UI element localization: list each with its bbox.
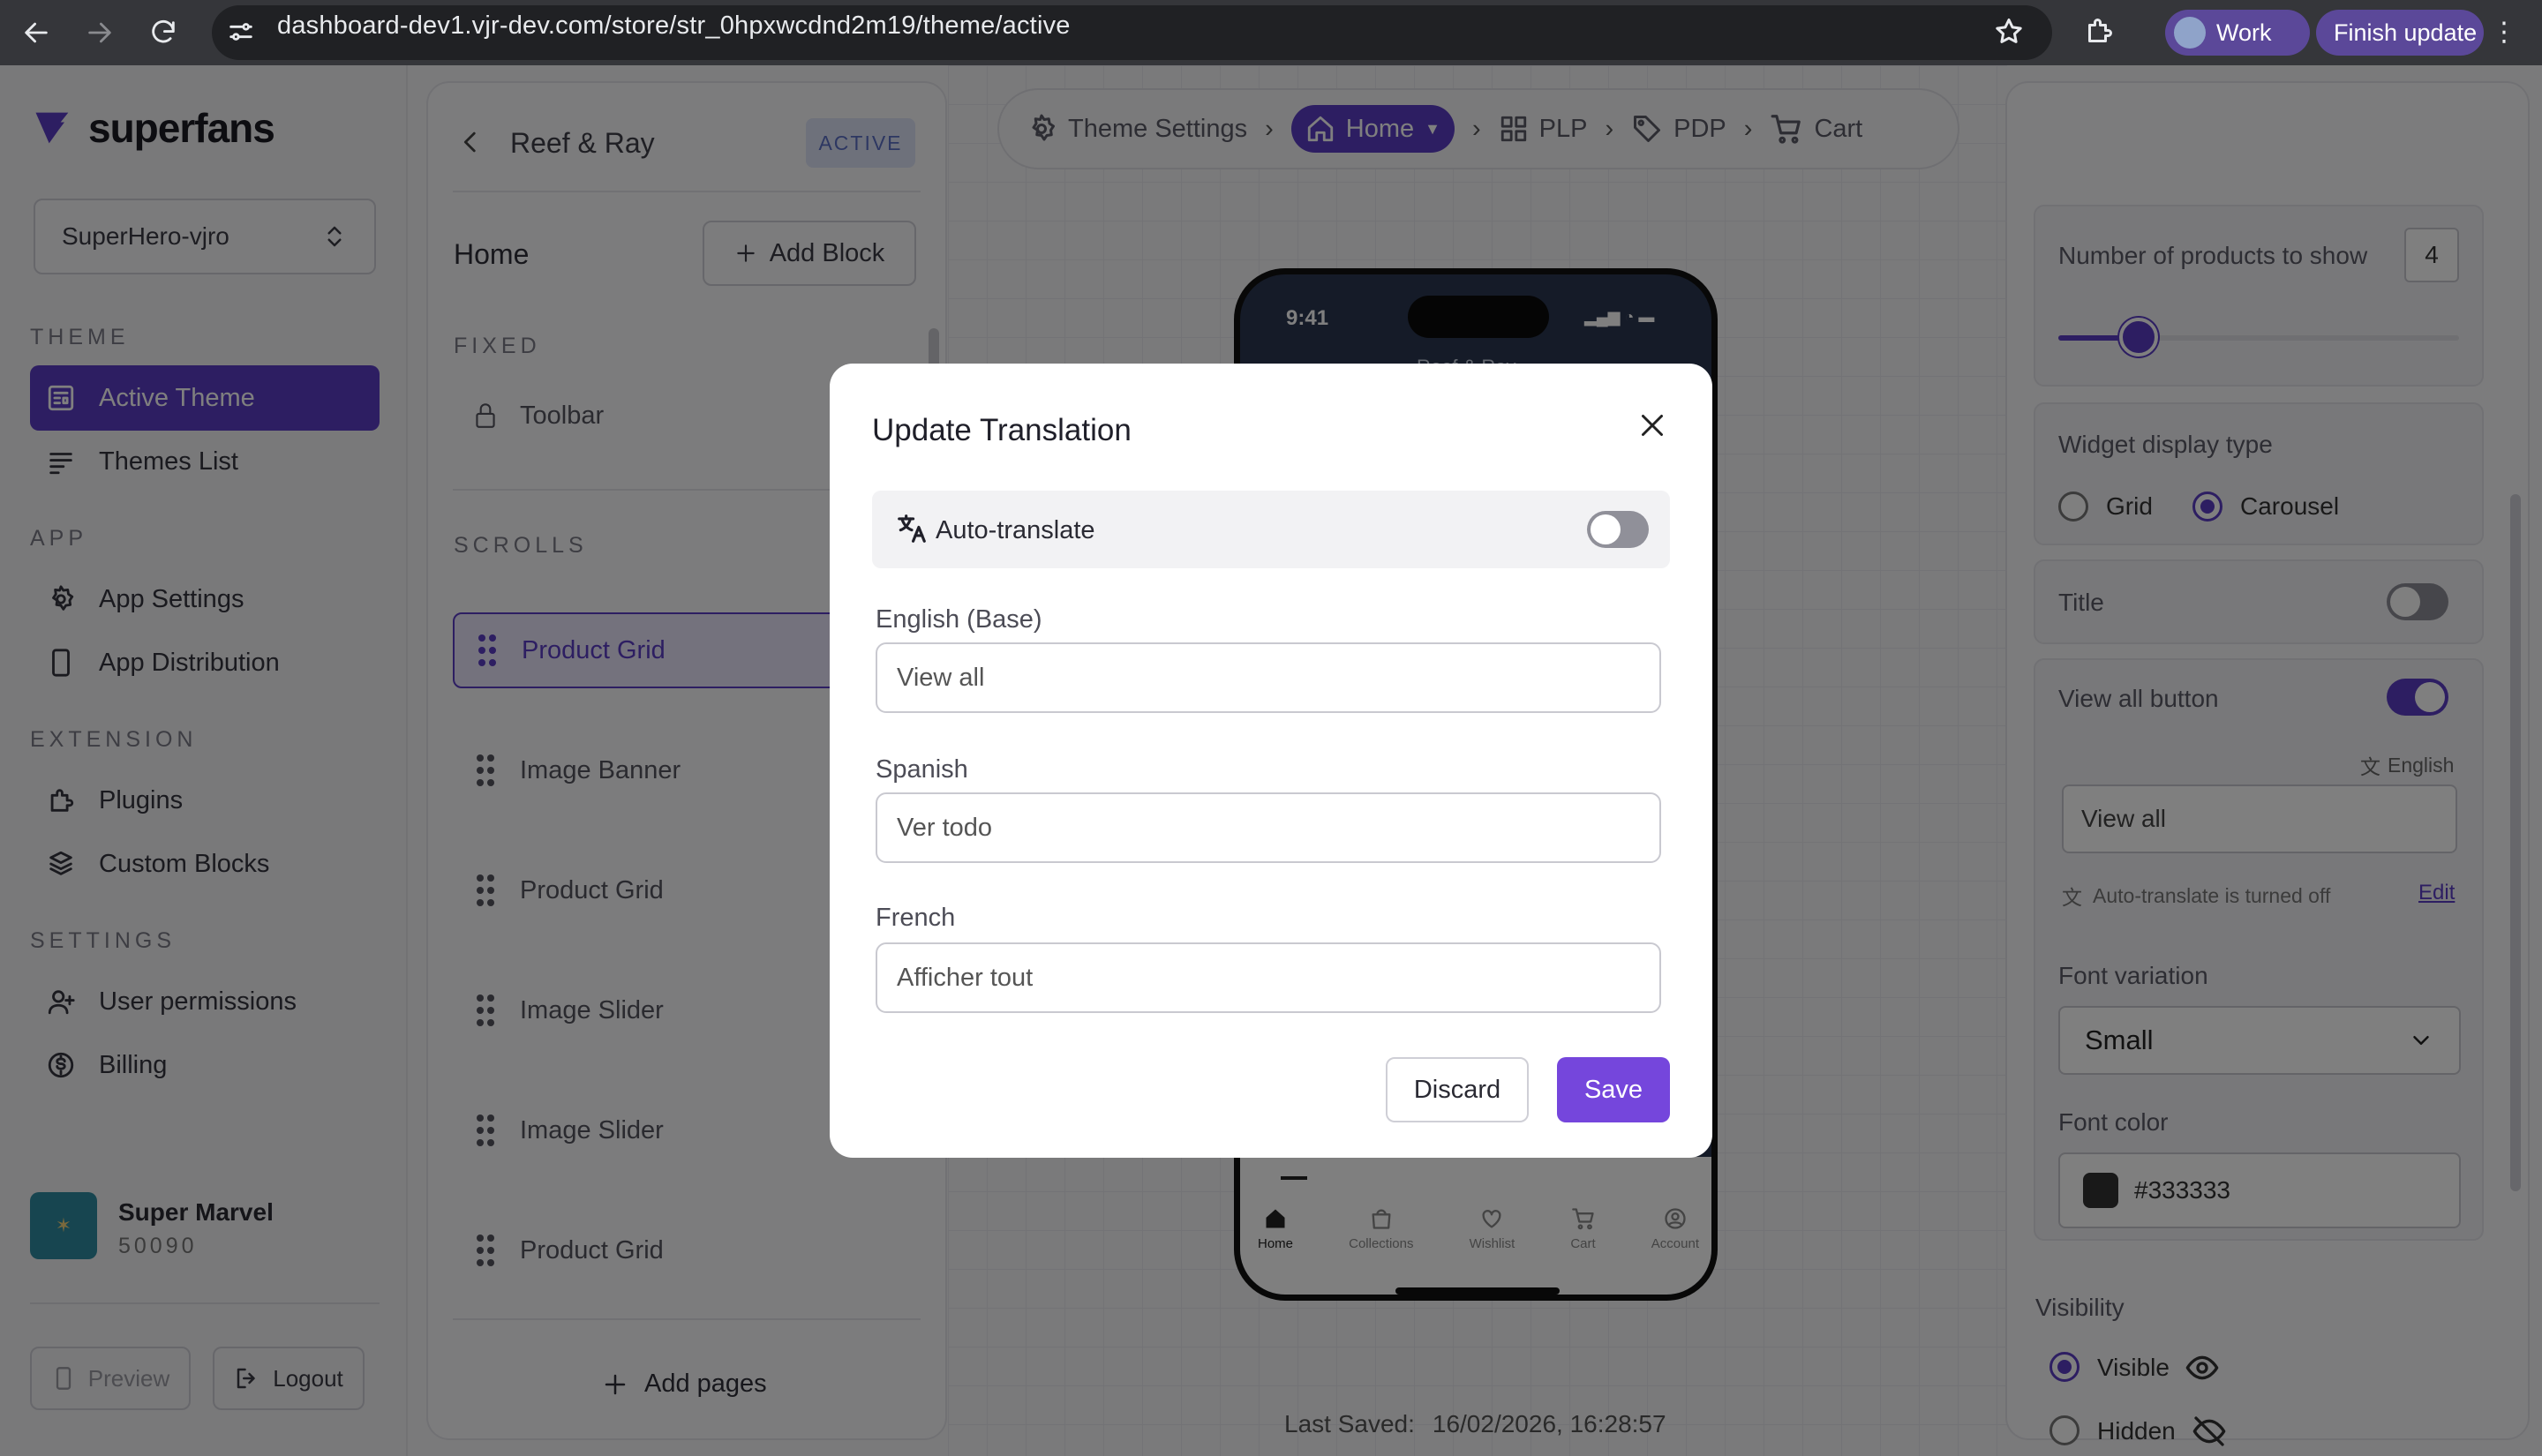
save-button[interactable]: Save: [1557, 1057, 1670, 1122]
extensions-icon[interactable]: [2083, 16, 2115, 48]
url-text: dashboard-dev1.vjr-dev.com/store/str_0hp…: [277, 11, 1071, 40]
update-translation-modal: Update Translation Auto-translate Englis…: [830, 364, 1712, 1158]
modal-title: Update Translation: [872, 413, 1132, 447]
english-input[interactable]: View all: [876, 642, 1661, 713]
spanish-input[interactable]: Ver todo: [876, 792, 1661, 863]
field-label-french: French: [876, 904, 956, 932]
site-info-icon[interactable]: [226, 17, 256, 47]
translate-icon: [898, 514, 926, 543]
close-icon[interactable]: [1636, 409, 1668, 441]
back-icon[interactable]: [21, 18, 51, 48]
browser-menu-icon[interactable]: ⋮: [2491, 18, 2517, 48]
discard-button[interactable]: Discard: [1386, 1057, 1529, 1122]
reload-icon[interactable]: [148, 18, 178, 48]
finish-update-label: Finish update: [2334, 19, 2478, 46]
auto-translate-label: Auto-translate: [936, 516, 1095, 544]
profile-label: Work: [2216, 19, 2272, 46]
auto-translate-toggle[interactable]: [1587, 511, 1649, 548]
finish-update-button[interactable]: Finish update: [2316, 10, 2484, 56]
field-label-spanish: Spanish: [876, 755, 968, 784]
profile-chip[interactable]: Work: [2165, 10, 2310, 56]
french-input[interactable]: Afficher tout: [876, 942, 1661, 1013]
avatar: [2174, 17, 2206, 49]
field-label-english: English (Base): [876, 605, 1042, 634]
forward-icon[interactable]: [85, 18, 115, 48]
bookmark-star-icon[interactable]: [1993, 16, 2025, 48]
